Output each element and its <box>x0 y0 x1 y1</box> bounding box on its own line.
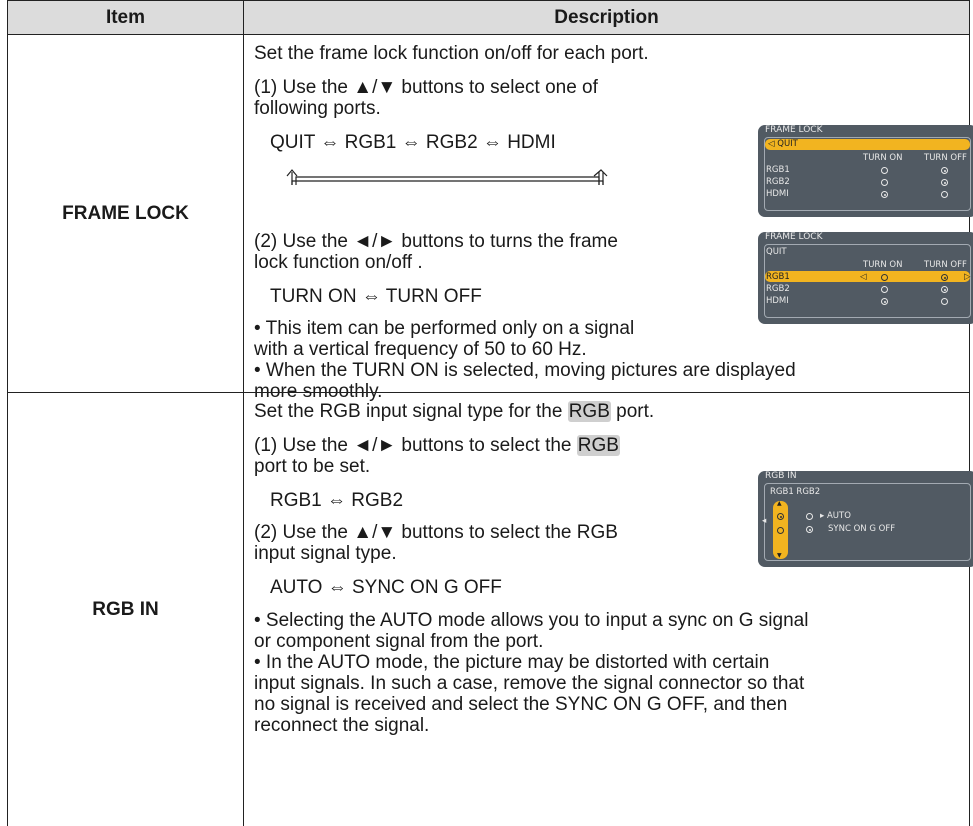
frame-lock-port-cycle: QUIT ⇔ RGB1 ⇔ RGB2 ⇔ HDMI <box>270 132 556 153</box>
radio-rgb1-on-icon <box>881 274 888 281</box>
radio-hdmi-on-icon <box>881 191 888 198</box>
radio-hdmi-off-icon <box>941 191 948 198</box>
frame-lock-intro: Set the frame lock function on/off for e… <box>254 43 649 64</box>
frame-lock-step2-line2: lock function on/off . <box>254 252 423 273</box>
osd-row-quit: ◁ QUIT <box>768 139 798 149</box>
rgb-in-note1-line2: or component signal from the port. <box>254 631 544 652</box>
osd-row-hdmi: HDMI <box>766 296 789 306</box>
column-header-description: Description <box>244 1 969 35</box>
down-arrow-icon: ▼ <box>777 552 782 559</box>
radio-rgb2-off-icon <box>941 179 948 186</box>
frame-lock-step2-line1: (2) Use the ◄/► buttons to turns the fra… <box>254 231 618 252</box>
osd-title: RGB IN <box>765 471 797 481</box>
frame-lock-note1-line2: with a vertical frequency of 50 to 60 Hz… <box>254 339 587 360</box>
rgb-in-mode-cycle: AUTO ⇔ SYNC ON G OFF <box>270 577 502 598</box>
radio-rgb2-on-icon <box>881 286 888 293</box>
radio-rgb2-off-icon <box>941 286 948 293</box>
rgb-in-note1-line1: • Selecting the AUTO mode allows you to … <box>254 610 809 631</box>
frame-lock-step1-line2: following ports. <box>254 98 381 119</box>
description-rgb-in: Set the RGB input signal type for the RG… <box>244 393 973 826</box>
rgb-in-note2-line3: no signal is received and select the SYN… <box>254 694 788 715</box>
radio-hdmi-off-icon <box>941 298 948 305</box>
radio-rgb2-sync-icon <box>806 526 813 533</box>
radio-rgb1-auto-icon <box>777 513 784 520</box>
rgb-in-intro: Set the RGB input signal type for the RG… <box>254 401 655 422</box>
right-arrow-icon: ▷ <box>964 272 971 282</box>
rgb-in-port-cycle: RGB1 ⇔ RGB2 <box>270 490 404 511</box>
item-frame-lock: FRAME LOCK <box>8 35 244 392</box>
rgb-in-note2-line2: input signals. In such a case, remove th… <box>254 673 805 694</box>
frame-lock-osd-rgb1: FRAME LOCK QUIT TURN ON TURN OFF RGB1 ◁ … <box>758 232 973 324</box>
osd-row-quit: QUIT <box>766 247 787 257</box>
osd-row-rgb1: RGB1 <box>766 272 790 282</box>
osd-col-turn-off: TURN OFF <box>924 153 967 163</box>
description-frame-lock: Set the frame lock function on/off for e… <box>244 35 973 402</box>
rgb-in-note2-line1: • In the AUTO mode, the picture may be d… <box>254 652 770 673</box>
settings-table: Item Description FRAME LOCK Set the fram… <box>7 0 973 826</box>
osd-col-turn-on: TURN ON <box>863 260 903 270</box>
frame-lock-step1-line1: (1) Use the ▲/▼ buttons to select one of <box>254 77 598 98</box>
radio-rgb1-off-icon <box>941 274 948 281</box>
column-header-item: Item <box>8 1 244 35</box>
left-arrow-icon: ◁ <box>860 272 867 282</box>
loop-arrow-icon <box>286 169 608 185</box>
osd-col-turn-on: TURN ON <box>863 153 903 163</box>
osd-title: FRAME LOCK <box>765 125 823 135</box>
up-arrow-icon: ▲ <box>777 500 782 507</box>
radio-rgb1-off-icon <box>941 167 948 174</box>
frame-lock-osd-quit: FRAME LOCK ◁ QUIT TURN ON TURN OFF RGB1 … <box>758 125 973 217</box>
rgb-in-step1-line2: port to be set. <box>254 456 371 477</box>
osd-row-rgb2: RGB2 <box>766 284 790 294</box>
radio-rgb1-sync-icon <box>777 527 784 534</box>
rgb-in-step1-line1: (1) Use the ◄/► buttons to select the RG… <box>254 435 620 456</box>
frame-lock-note1-line1: • This item can be performed only on a s… <box>254 318 635 339</box>
osd-row-hdmi: HDMI <box>766 189 789 199</box>
radio-rgb2-on-icon <box>881 179 888 186</box>
radio-hdmi-on-icon <box>881 298 888 305</box>
osd-row-rgb2: RGB2 <box>766 177 790 187</box>
rgb-in-step2-line1: (2) Use the ▲/▼ buttons to select the RG… <box>254 522 618 543</box>
osd-option-sync: SYNC ON G OFF <box>828 524 896 534</box>
radio-rgb2-auto-icon <box>806 513 813 520</box>
osd-row-rgb1: RGB1 <box>766 165 790 175</box>
frame-lock-note2-line1: • When the TURN ON is selected, moving p… <box>254 360 796 381</box>
frame-lock-onoff-cycle: TURN ON ⇔ TURN OFF <box>270 286 482 307</box>
item-rgb-in: RGB IN <box>8 393 244 826</box>
osd-tabs: RGB1 RGB2 <box>770 487 821 497</box>
osd-col-turn-off: TURN OFF <box>924 260 967 270</box>
osd-title: FRAME LOCK <box>765 232 823 242</box>
rgb-in-step2-line2: input signal type. <box>254 543 397 564</box>
rgb-in-osd: RGB IN RGB1 RGB2 ◂ ▲ ▼ ▸ AUTO SYNC ON G … <box>758 471 973 567</box>
radio-rgb1-on-icon <box>881 167 888 174</box>
osd-option-auto: ▸ AUTO <box>820 511 851 521</box>
left-arrow-icon: ◂ <box>762 516 767 526</box>
rgb-in-note2-line4: reconnect the signal. <box>254 715 430 736</box>
